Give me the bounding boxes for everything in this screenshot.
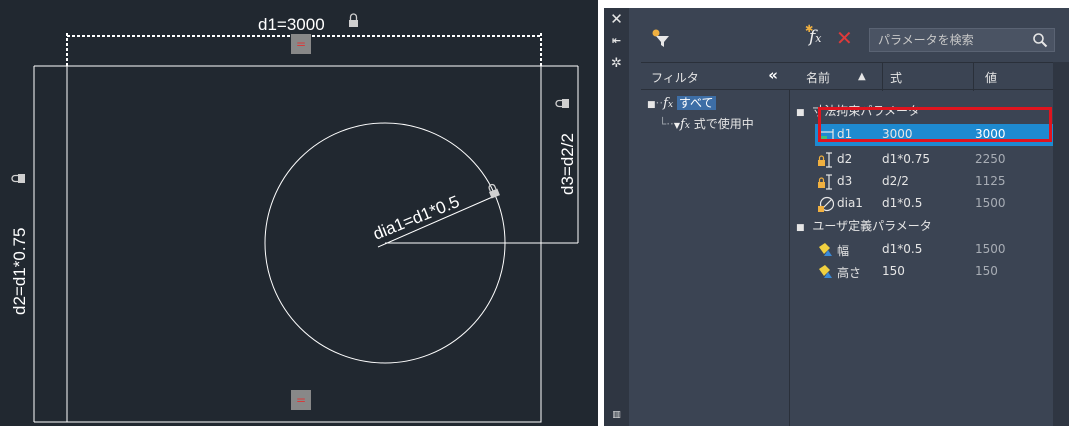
parameter-name[interactable]: 高さ — [837, 264, 861, 281]
dia1-lock-icon — [488, 183, 500, 199]
parameter-name[interactable]: 幅 — [837, 242, 849, 259]
fx-new-icon[interactable]: ✱ fx — [805, 24, 822, 47]
category-toggle-icon[interactable]: ■ — [796, 108, 805, 118]
settings-icon[interactable]: ✲ — [604, 56, 629, 71]
column-header-name[interactable]: 名前 — [806, 69, 830, 86]
tree-item-used-in-expr[interactable]: └··▼fx 式で使用中 — [659, 115, 754, 135]
d3-dimension-text[interactable]: d3=d2/2 — [558, 133, 577, 195]
palette-toolbar: ✱ fx ✕ — [641, 8, 1069, 62]
drawing-canvas[interactable]: d1=3000 d2=d1*0.75 d3=d2/2 dia1=d1*0.5 =… — [0, 0, 598, 426]
column-header-value[interactable]: 値 — [985, 69, 997, 86]
filter-pane: フィルタ « ■··fx すべて └··▼fx 式で使用中 — [641, 62, 790, 426]
parameter-value: 1500 — [975, 196, 1006, 210]
search-input[interactable] — [870, 29, 1030, 51]
d1-lock-icon — [349, 13, 358, 27]
column-divider[interactable] — [973, 63, 974, 91]
close-icon[interactable]: ✕ — [604, 10, 629, 28]
parameter-value: 2250 — [975, 152, 1006, 166]
vertical-scrollbar[interactable] — [1053, 62, 1069, 426]
vertical-dim-icon — [818, 174, 832, 190]
tree-toggle-icon[interactable]: ■ — [647, 100, 656, 110]
parameter-name[interactable]: d3 — [837, 174, 852, 188]
parameter-row-height[interactable]: 高さ 150 150 — [815, 261, 1053, 283]
d2-dimension-text[interactable]: d2=d1*0.75 — [10, 228, 29, 315]
parameter-expression[interactable]: d1*0.5 — [882, 196, 922, 210]
dia1-dimension-text[interactable]: dia1=d1*0.5 — [370, 192, 462, 244]
grid-header: 名前 ▲ 式 値 — [790, 62, 1053, 91]
parameter-row-d2[interactable]: d2 d1*0.75 2250 — [815, 149, 1053, 171]
filter-icon[interactable] — [651, 28, 673, 50]
filter-fx-icon: ▼fx — [673, 117, 690, 132]
parameter-row-width[interactable]: 幅 d1*0.5 1500 — [815, 239, 1053, 261]
palette-title-strip: ✕ ⇤ ✲ ▥ — [604, 8, 629, 426]
tree-item-used-in-expr-label: 式で使用中 — [693, 117, 754, 131]
sort-ascending-icon[interactable]: ▲ — [858, 71, 866, 82]
category-label: ユーザ定義パラメータ — [812, 219, 932, 233]
diameter-dim-icon — [818, 196, 835, 212]
tree-item-all-label: すべて — [676, 96, 716, 110]
fx-icon: fx — [663, 96, 674, 111]
d1-dimension-text[interactable]: d1=3000 — [258, 15, 325, 34]
parameter-value: 1125 — [975, 174, 1006, 188]
parameter-value: 1500 — [975, 242, 1006, 256]
collapse-filter-button[interactable]: « — [768, 66, 778, 84]
category-user-parameters[interactable]: ■ ユーザ定義パラメータ — [796, 217, 932, 239]
parameter-row-d3[interactable]: d3 d2/2 1125 — [815, 171, 1053, 193]
user-param-icon — [819, 265, 832, 278]
palette-title-icon: ▥ — [612, 410, 621, 420]
column-divider[interactable] — [882, 63, 883, 91]
column-header-expression[interactable]: 式 — [890, 69, 902, 86]
palette-grip[interactable] — [629, 8, 641, 426]
highlight-annotation-box — [818, 107, 1052, 142]
parameter-value: 150 — [975, 264, 998, 278]
parameter-expression[interactable]: d1*0.5 — [882, 242, 922, 256]
filter-header: フィルタ « — [641, 62, 790, 90]
parameter-expression[interactable]: d2/2 — [882, 174, 909, 188]
equal-constraint-bottom-icon[interactable]: = — [291, 390, 311, 410]
equal-constraint-top-icon[interactable]: = — [291, 34, 311, 54]
parameter-name[interactable]: dia1 — [837, 196, 863, 210]
rectangle-shape[interactable] — [66, 65, 542, 423]
filter-title: フィルタ — [651, 71, 699, 85]
parameter-expression[interactable]: 150 — [882, 264, 905, 278]
drawing-svg[interactable]: d1=3000 d2=d1*0.75 d3=d2/2 dia1=d1*0.5 — [0, 0, 598, 426]
parameter-row-dia1[interactable]: dia1 d1*0.5 1500 — [815, 193, 1053, 215]
user-param-icon — [819, 243, 832, 256]
delete-x-icon[interactable]: ✕ — [836, 26, 853, 50]
search-icon[interactable] — [1032, 32, 1048, 48]
parameter-expression[interactable]: d1*0.75 — [882, 152, 930, 166]
parameters-manager-palette: ✕ ⇤ ✲ ▥ ✱fx ✕ フィルタ « ■··fx すべて — [604, 8, 1069, 426]
d2-lock-icon — [11, 174, 25, 183]
search-box[interactable] — [869, 28, 1055, 52]
vertical-dim-icon — [818, 152, 832, 168]
parameter-name[interactable]: d2 — [837, 152, 852, 166]
autohide-icon[interactable]: ⇤ — [604, 34, 629, 47]
category-toggle-icon[interactable]: ■ — [796, 223, 805, 233]
tree-item-all[interactable]: ■··fx すべて — [647, 94, 716, 114]
d3-lock-icon — [555, 99, 569, 108]
